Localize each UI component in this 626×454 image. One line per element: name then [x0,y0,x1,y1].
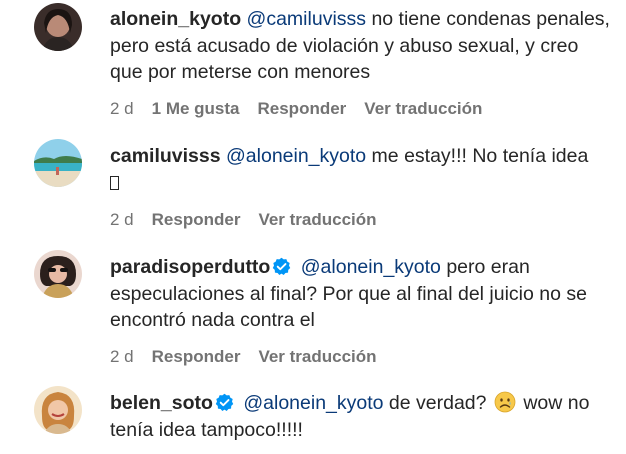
mention-link[interactable]: @alonein_kyoto [243,392,383,414]
mention-link[interactable]: @camiluvisss [247,8,366,30]
comment-actions: 2 d Responder Ver traducción [110,210,395,230]
likes-count[interactable]: 1 Me gusta [152,99,240,119]
mention-link[interactable]: @alonein_kyoto [226,145,366,167]
username[interactable]: belen_soto [110,392,213,414]
comment-actions: 2 d Responder Ver traducción [110,347,395,367]
verified-badge-icon [272,257,291,276]
reply-button[interactable]: Responder [152,347,241,367]
comment-text: alonein_kyoto @camiluvisss no tiene cond… [110,6,615,86]
timestamp[interactable]: 2 d [110,99,134,119]
timestamp[interactable]: 2 d [110,347,134,367]
comment-body: me estay!!! No tenía idea [366,145,589,167]
see-translation-button[interactable]: Ver traducción [364,99,482,119]
verified-badge-icon [215,393,234,412]
timestamp[interactable]: 2 d [110,210,134,230]
see-translation-button[interactable]: Ver traducción [258,347,376,367]
unsupported-emoji-box [110,175,119,190]
username[interactable]: paradisoperdutto [110,256,270,278]
username[interactable]: alonein_kyoto [110,8,241,30]
reply-button[interactable]: Responder [152,210,241,230]
avatar[interactable] [34,386,82,434]
comment-body: de verdad? [383,392,492,414]
avatar[interactable] [34,250,82,298]
see-translation-button[interactable]: Ver traducción [258,210,376,230]
comment-actions: 2 d 1 Me gusta Responder Ver traducción [110,99,500,119]
avatar[interactable] [34,139,82,187]
mention-link[interactable]: @alonein_kyoto [301,256,441,278]
reply-button[interactable]: Responder [258,99,347,119]
sad-face-emoji-icon [494,391,516,413]
username[interactable]: camiluvisss [110,145,221,167]
comment-text: camiluvisss @alonein_kyoto me estay!!! N… [110,143,615,196]
avatar[interactable] [34,3,82,51]
comment-text: belen_soto @alonein_kyoto de verdad? wow… [110,390,615,443]
comment-text: paradisoperdutto @alonein_kyoto pero era… [110,254,615,334]
